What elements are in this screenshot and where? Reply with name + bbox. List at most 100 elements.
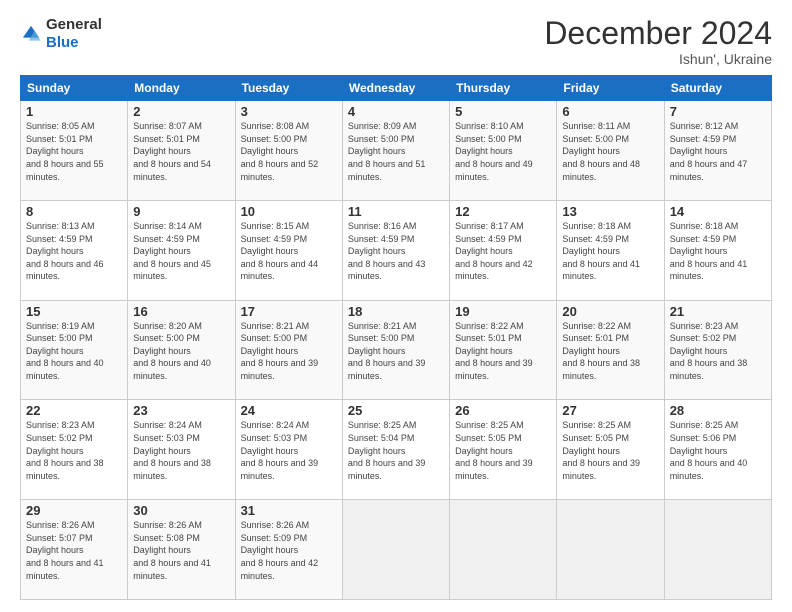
page: General Blue December 2024 Ishun', Ukrai… [0,0,792,612]
day-info: Sunrise: 8:26 AMSunset: 5:07 PMDaylight … [26,520,104,580]
calendar-cell: 23 Sunrise: 8:24 AMSunset: 5:03 PMDayligh… [128,400,235,500]
calendar-cell: 19Sunrise: 8:22 AMSunset: 5:01 PMDayligh… [450,300,557,400]
day-number: 11 [348,204,444,219]
calendar-cell: 8Sunrise: 8:13 AMSunset: 4:59 PMDaylight… [21,200,128,300]
day-info: Sunrise: 8:14 AMSunset: 4:59 PMDaylight … [133,221,211,281]
day-number: 14 [670,204,766,219]
day-number: 22 [26,403,122,418]
day-info: Sunrise: 8:08 AMSunset: 5:00 PMDaylight … [241,121,319,181]
day-info: Sunrise: 8:09 AMSunset: 5:00 PMDaylight … [348,121,426,181]
day-number: 18 [348,304,444,319]
calendar-cell: 17Sunrise: 8:21 AMSunset: 5:00 PMDayligh… [235,300,342,400]
header: General Blue December 2024 Ishun', Ukrai… [20,16,772,67]
calendar-week-row: 29 Sunrise: 8:26 AMSunset: 5:07 PMDayligh… [21,500,772,600]
day-number: 12 [455,204,551,219]
weekday-header-row: Sunday Monday Tuesday Wednesday Thursday… [21,76,772,101]
calendar-cell: 29 Sunrise: 8:26 AMSunset: 5:07 PMDayligh… [21,500,128,600]
calendar-cell: 5Sunrise: 8:10 AMSunset: 5:00 PMDaylight… [450,101,557,201]
day-number: 31 [241,503,337,518]
calendar-cell: 10Sunrise: 8:15 AMSunset: 4:59 PMDayligh… [235,200,342,300]
calendar-cell: 24 Sunrise: 8:24 AMSunset: 5:03 PMDayligh… [235,400,342,500]
day-number: 2 [133,104,229,119]
calendar: Sunday Monday Tuesday Wednesday Thursday… [20,75,772,600]
day-number: 19 [455,304,551,319]
day-info: Sunrise: 8:16 AMSunset: 4:59 PMDaylight … [348,221,426,281]
day-info: Sunrise: 8:15 AMSunset: 4:59 PMDaylight … [241,221,319,281]
day-number: 15 [26,304,122,319]
day-info: Sunrise: 8:23 AMSunset: 5:02 PMDaylight … [670,321,748,381]
day-info: Sunrise: 8:18 AMSunset: 4:59 PMDaylight … [562,221,640,281]
day-number: 5 [455,104,551,119]
calendar-cell: 12 Sunrise: 8:17 AMSunset: 4:59 PMDayligh… [450,200,557,300]
header-saturday: Saturday [664,76,771,101]
day-info: Sunrise: 8:23 AMSunset: 5:02 PMDaylight … [26,420,104,480]
header-thursday: Thursday [450,76,557,101]
day-info: Sunrise: 8:07 AMSunset: 5:01 PMDaylight … [133,121,211,181]
month-title: December 2024 [544,16,772,51]
logo-text: General Blue [46,16,102,52]
calendar-cell: 27 Sunrise: 8:25 AMSunset: 5:05 PMDayligh… [557,400,664,500]
calendar-cell: 11 Sunrise: 8:16 AMSunset: 4:59 PMDayligh… [342,200,449,300]
day-number: 28 [670,403,766,418]
day-number: 13 [562,204,658,219]
header-monday: Monday [128,76,235,101]
day-info: Sunrise: 8:13 AMSunset: 4:59 PMDaylight … [26,221,104,281]
calendar-cell: 16Sunrise: 8:20 AMSunset: 5:00 PMDayligh… [128,300,235,400]
calendar-cell: 9 Sunrise: 8:14 AMSunset: 4:59 PMDaylight… [128,200,235,300]
calendar-cell: 15 Sunrise: 8:19 AMSunset: 5:00 PMDayligh… [21,300,128,400]
calendar-cell: 28 Sunrise: 8:25 AMSunset: 5:06 PMDayligh… [664,400,771,500]
day-number: 27 [562,403,658,418]
header-wednesday: Wednesday [342,76,449,101]
day-info: Sunrise: 8:21 AMSunset: 5:00 PMDaylight … [348,321,426,381]
title-block: December 2024 Ishun', Ukraine [544,16,772,67]
day-info: Sunrise: 8:25 AMSunset: 5:06 PMDaylight … [670,420,748,480]
calendar-week-row: 1 Sunrise: 8:05 AMSunset: 5:01 PMDaylight… [21,101,772,201]
location: Ishun', Ukraine [544,51,772,67]
day-info: Sunrise: 8:25 AMSunset: 5:05 PMDaylight … [455,420,533,480]
day-number: 20 [562,304,658,319]
header-tuesday: Tuesday [235,76,342,101]
calendar-cell [450,500,557,600]
day-info: Sunrise: 8:05 AMSunset: 5:01 PMDaylight … [26,121,104,181]
day-info: Sunrise: 8:26 AMSunset: 5:09 PMDaylight … [241,520,319,580]
day-number: 21 [670,304,766,319]
day-info: Sunrise: 8:21 AMSunset: 5:00 PMDaylight … [241,321,319,381]
calendar-cell [664,500,771,600]
day-info: Sunrise: 8:22 AMSunset: 5:01 PMDaylight … [562,321,640,381]
calendar-cell: 3 Sunrise: 8:08 AMSunset: 5:00 PMDaylight… [235,101,342,201]
header-friday: Friday [557,76,664,101]
calendar-cell [557,500,664,600]
logo: General Blue [20,16,102,52]
day-info: Sunrise: 8:19 AMSunset: 5:00 PMDaylight … [26,321,104,381]
calendar-cell: 20 Sunrise: 8:22 AMSunset: 5:01 PMDayligh… [557,300,664,400]
day-number: 4 [348,104,444,119]
calendar-cell: 31 Sunrise: 8:26 AMSunset: 5:09 PMDayligh… [235,500,342,600]
day-number: 30 [133,503,229,518]
day-info: Sunrise: 8:24 AMSunset: 5:03 PMDaylight … [241,420,319,480]
day-number: 26 [455,403,551,418]
day-number: 24 [241,403,337,418]
day-number: 1 [26,104,122,119]
calendar-cell: 21 Sunrise: 8:23 AMSunset: 5:02 PMDayligh… [664,300,771,400]
calendar-week-row: 8Sunrise: 8:13 AMSunset: 4:59 PMDaylight… [21,200,772,300]
day-number: 29 [26,503,122,518]
logo-blue: Blue [46,34,79,51]
calendar-cell: 2 Sunrise: 8:07 AMSunset: 5:01 PMDaylight… [128,101,235,201]
calendar-cell: 14Sunrise: 8:18 AMSunset: 4:59 PMDayligh… [664,200,771,300]
calendar-cell: 1 Sunrise: 8:05 AMSunset: 5:01 PMDaylight… [21,101,128,201]
calendar-cell: 18 Sunrise: 8:21 AMSunset: 5:00 PMDayligh… [342,300,449,400]
day-number: 3 [241,104,337,119]
day-number: 23 [133,403,229,418]
day-info: Sunrise: 8:25 AMSunset: 5:05 PMDaylight … [562,420,640,480]
day-number: 25 [348,403,444,418]
logo-general: General [46,16,102,33]
logo-icon [20,23,42,45]
calendar-cell: 26 Sunrise: 8:25 AMSunset: 5:05 PMDayligh… [450,400,557,500]
day-info: Sunrise: 8:20 AMSunset: 5:00 PMDaylight … [133,321,211,381]
day-info: Sunrise: 8:24 AMSunset: 5:03 PMDaylight … [133,420,211,480]
header-sunday: Sunday [21,76,128,101]
day-info: Sunrise: 8:26 AMSunset: 5:08 PMDaylight … [133,520,211,580]
day-info: Sunrise: 8:17 AMSunset: 4:59 PMDaylight … [455,221,533,281]
day-number: 9 [133,204,229,219]
calendar-week-row: 22 Sunrise: 8:23 AMSunset: 5:02 PMDayligh… [21,400,772,500]
